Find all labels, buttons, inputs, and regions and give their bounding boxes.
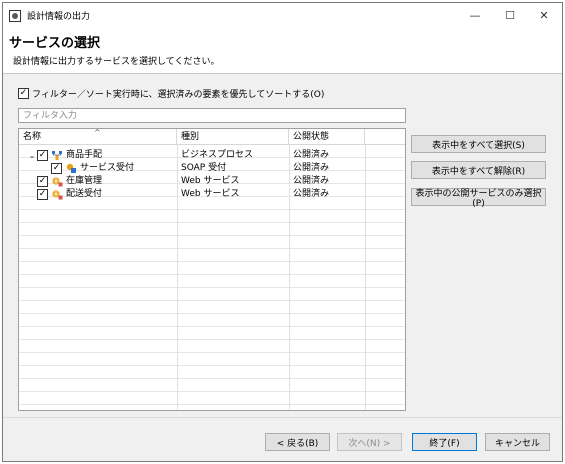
table-row[interactable]: ✓ サービス受付 SOAP 受付 公開済み	[19, 162, 405, 175]
name-cell: ✓ 在庫管理	[27, 175, 102, 188]
column-header-name[interactable]: 名称 ^	[19, 129, 177, 145]
sort-ascending-icon: ^	[94, 128, 101, 137]
soap-service-icon	[65, 163, 77, 174]
service-type: Web サービス	[181, 189, 240, 199]
footer-divider	[3, 417, 562, 418]
deselect-all-button[interactable]: 表示中をすべて解除(R)	[411, 161, 546, 179]
select-all-button[interactable]: 表示中をすべて選択(S)	[411, 135, 546, 153]
app-icon	[9, 9, 21, 22]
row-checkbox[interactable]: ✓	[37, 176, 48, 187]
dialog-window: 設計情報の出力 — ☐ ✕ サービスの選択 設計情報に出力するサービスを選択して…	[2, 2, 563, 462]
publish-status: 公開済み	[293, 150, 330, 160]
web-service-icon	[51, 176, 63, 187]
window-title: 設計情報の出力	[27, 12, 91, 22]
row-checkbox[interactable]: ✓	[37, 189, 48, 200]
name-cell: ⌄ ✓ 商品手配	[27, 149, 102, 162]
service-table: 名称 ^ 種別 公開状態 ⌄ ✓ 商品手配 ビジネスプロセス 公開済み ✓ サービス受付 SO…	[18, 128, 406, 411]
service-name: 商品手配	[66, 150, 103, 160]
web-service-icon	[51, 189, 63, 200]
business-process-icon	[51, 150, 63, 161]
publish-status: 公開済み	[293, 176, 330, 186]
select-published-button[interactable]: 表示中の公開サービスのみ選択(P)	[411, 188, 546, 209]
page-title: サービスの選択	[9, 36, 101, 51]
prefer-selected-label: フィルター／ソート実行時に、選択済みの要素を優先してソートする(O)	[32, 90, 325, 100]
row-checkbox[interactable]: ✓	[37, 150, 48, 161]
table-row[interactable]: ⌄ ✓ 商品手配 ビジネスプロセス 公開済み	[19, 149, 405, 162]
next-button[interactable]: 次へ(N) >	[337, 433, 402, 451]
column-header-status[interactable]: 公開状態	[289, 129, 365, 145]
page-description: 設計情報に出力するサービスを選択してください。	[13, 57, 220, 67]
row-checkbox[interactable]: ✓	[51, 163, 62, 174]
prefer-selected-option[interactable]: ✓ フィルター／ソート実行時に、選択済みの要素を優先してソートする(O)	[18, 87, 324, 100]
chevron-down-icon[interactable]: ⌄	[27, 149, 37, 162]
name-cell: ✓ 配送受付	[27, 188, 102, 201]
service-type: Web サービス	[181, 176, 240, 186]
column-header-type[interactable]: 種別	[177, 129, 289, 145]
name-cell: ✓ サービス受付	[41, 162, 134, 175]
service-type: SOAP 受付	[181, 163, 227, 173]
wizard-header: サービスの選択 設計情報に出力するサービスを選択してください。	[3, 28, 562, 74]
service-name: 在庫管理	[66, 176, 103, 186]
publish-status: 公開済み	[293, 189, 330, 199]
finish-button[interactable]: 終了(F)	[412, 433, 477, 451]
service-type: ビジネスプロセス	[181, 150, 254, 160]
service-name: サービス受付	[80, 163, 135, 173]
column-header-filler	[365, 129, 405, 145]
table-row[interactable]: ✓ 配送受付 Web サービス 公開済み	[19, 188, 405, 201]
service-name: 配送受付	[66, 189, 103, 199]
title-bar: 設計情報の出力 — ☐ ✕	[3, 3, 562, 28]
back-button[interactable]: < 戻る(B)	[265, 433, 330, 451]
column-header-name-label: 名称	[23, 132, 42, 142]
close-button[interactable]: ✕	[527, 3, 561, 28]
cancel-button[interactable]: キャンセル	[485, 433, 550, 451]
table-header: 名称 ^ 種別 公開状態	[19, 129, 405, 145]
prefer-selected-checkbox[interactable]: ✓	[18, 88, 29, 99]
maximize-button[interactable]: ☐	[493, 3, 527, 28]
publish-status: 公開済み	[293, 163, 330, 173]
minimize-button[interactable]: —	[458, 3, 492, 28]
filter-input[interactable]	[18, 108, 406, 123]
table-row[interactable]: ✓ 在庫管理 Web サービス 公開済み	[19, 175, 405, 188]
